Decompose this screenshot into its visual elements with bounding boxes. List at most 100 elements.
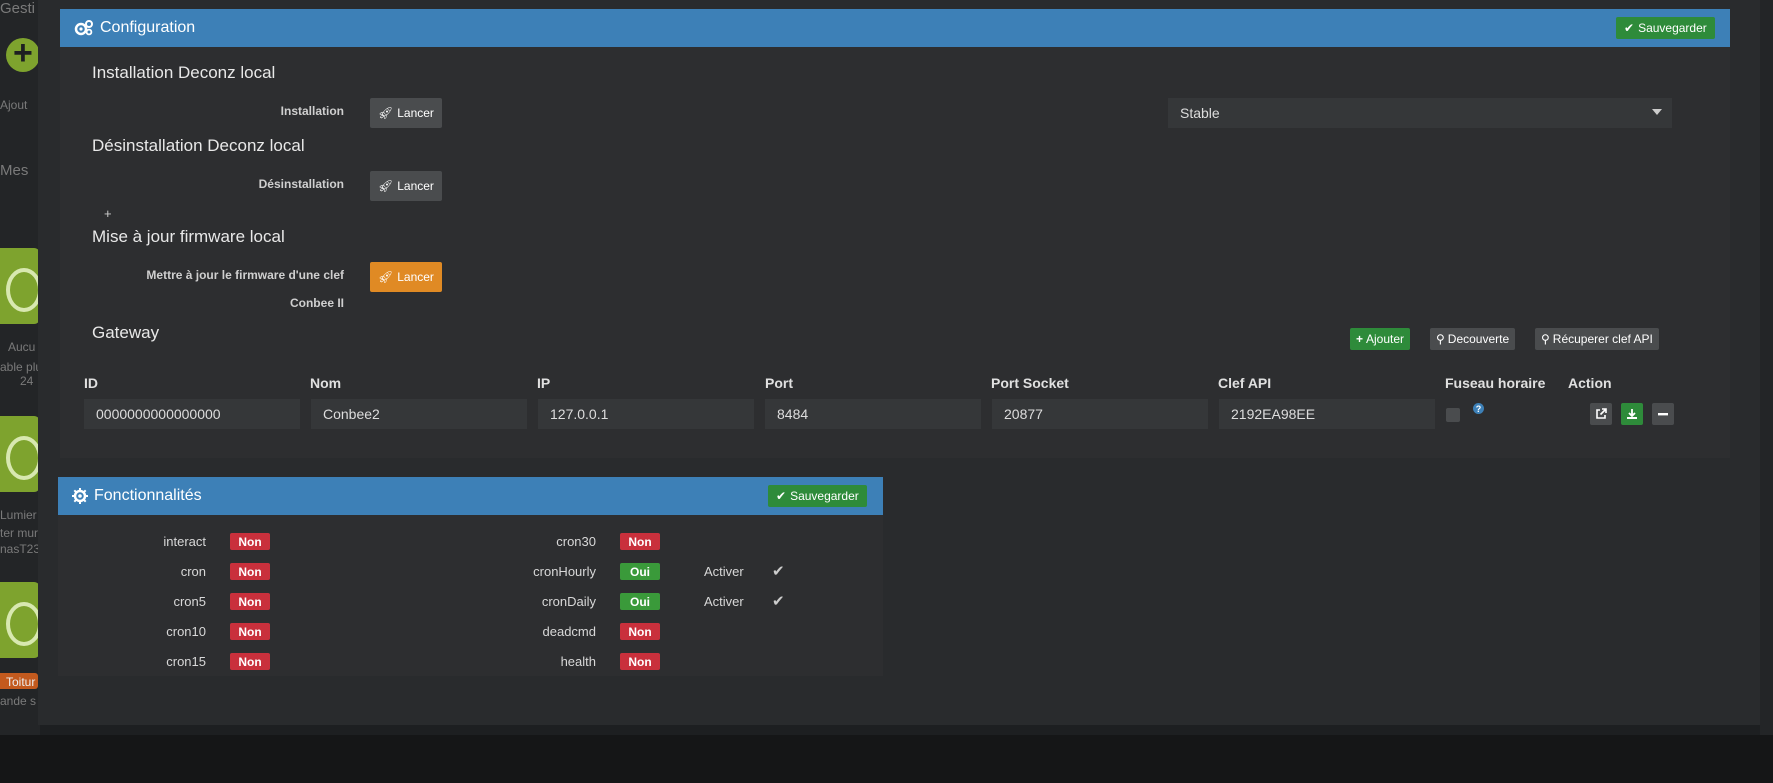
bg-text: Mes: [0, 162, 29, 179]
external-link-icon[interactable]: [1590, 403, 1612, 425]
uninstall-launch-button[interactable]: 🚀︎ Lancer: [370, 171, 442, 201]
bg-text: 24: [20, 374, 34, 388]
background-page: Gesti Ajout Mes Aucu able plu 24 Lumier …: [0, 0, 40, 735]
feature-label: cron5: [173, 594, 206, 609]
feature-label: cron10: [166, 624, 206, 639]
gateway-port-socket-input[interactable]: 20877: [992, 399, 1208, 429]
bg-text: Aucu: [8, 340, 36, 354]
features-save-label: Sauvegarder: [790, 489, 859, 503]
features-panel: Fonctionnalités ✔ Sauvegarder interact N…: [58, 477, 883, 676]
configuration-panel: Configuration ✔ Sauvegarder Installation…: [60, 9, 1730, 458]
configuration-header: Configuration ✔ Sauvegarder: [60, 9, 1730, 47]
gateway-name-input[interactable]: Conbee2: [311, 399, 527, 429]
configuration-title: Configuration: [100, 19, 196, 36]
check-circle-icon: ✔: [1624, 21, 1635, 35]
configuration-save-button[interactable]: ✔ Sauvegarder: [1616, 17, 1715, 39]
feature-label: health: [560, 654, 596, 669]
feature-label: cronHourly: [533, 564, 596, 579]
modal-dialog: Configuration ✔ Sauvegarder Installation…: [38, 0, 1760, 725]
uninstall-label: Désinstallation: [258, 177, 344, 191]
gateway-port-input[interactable]: 8484: [765, 399, 981, 429]
check-circle-icon: ✔: [776, 489, 787, 503]
check-icon[interactable]: ✔: [772, 592, 785, 610]
gateway-discover-label: Decouverte: [1447, 332, 1510, 346]
search-icon: ⚲: [1436, 332, 1445, 346]
background-right-edge: [1760, 0, 1773, 735]
gateway-api-key-input[interactable]: 2192EA98EE: [1219, 399, 1435, 429]
page-bottom: [0, 735, 1773, 783]
search-icon: ⚲: [1541, 332, 1550, 346]
column-header-timezone: Fuseau horaire: [1445, 375, 1546, 391]
gateway-section-title: Gateway: [92, 323, 160, 342]
plus-icon: +: [1356, 332, 1364, 346]
feature-label: cron30: [556, 534, 596, 549]
status-badge: Non: [230, 623, 270, 640]
status-badge: Non: [230, 653, 270, 670]
bg-tile: [0, 582, 40, 658]
gateway-add-button[interactable]: + Ajouter: [1350, 328, 1411, 350]
status-badge: Oui: [620, 563, 660, 580]
help-icon[interactable]: ?: [1473, 403, 1484, 414]
rocket-icon: 🚀︎: [378, 270, 394, 284]
feature-label: interact: [163, 534, 206, 549]
plus-mark: +: [104, 206, 112, 221]
status-badge: Non: [230, 563, 270, 580]
column-header-action: Action: [1568, 375, 1612, 391]
column-header-port-socket: Port Socket: [991, 375, 1069, 391]
column-header-port: Port: [765, 375, 793, 391]
gateway-add-label: Ajouter: [1366, 332, 1405, 346]
install-label: Installation: [280, 104, 344, 118]
bg-add-icon: [6, 34, 40, 73]
download-icon[interactable]: [1621, 403, 1643, 425]
bg-tile: [0, 416, 40, 492]
minus-icon[interactable]: [1652, 403, 1674, 425]
firmware-label-device: Conbee II: [289, 296, 344, 310]
status-badge: Non: [620, 533, 660, 550]
column-header-name: Nom: [310, 375, 342, 391]
feature-label: cron15: [166, 654, 206, 669]
bg-text: Lumier: [0, 508, 37, 522]
bg-text: nasT230: [0, 542, 40, 556]
firmware-section-title: Mise à jour firmware local: [92, 227, 285, 246]
status-badge: Oui: [620, 593, 660, 610]
feature-label: cron: [180, 564, 206, 579]
bg-text: ande s: [0, 694, 37, 708]
timezone-checkbox[interactable]: [1446, 408, 1460, 422]
uninstall-section-title: Désinstallation Deconz local: [92, 136, 305, 155]
gateway-id-input[interactable]: 0000000000000000: [84, 399, 300, 429]
uninstall-launch-label: Lancer: [397, 179, 434, 193]
features-header: Fonctionnalités ✔ Sauvegarder: [58, 477, 883, 515]
bg-text: Gesti: [0, 0, 36, 17]
version-select[interactable]: Stable: [1168, 98, 1672, 128]
activate-label: Activer: [704, 594, 744, 609]
cog-icon: [72, 488, 88, 504]
status-badge: Non: [230, 593, 270, 610]
gateway-api-key-label: Récuperer clef API: [1552, 332, 1653, 346]
firmware-launch-label: Lancer: [397, 270, 434, 284]
caret-down-icon: [1652, 109, 1662, 115]
bg-tile: [0, 248, 40, 324]
cogs-icon: [74, 20, 93, 36]
install-launch-label: Lancer: [397, 106, 434, 120]
check-icon[interactable]: ✔: [772, 562, 785, 580]
gateway-api-key-button[interactable]: ⚲ Récuperer clef API: [1535, 328, 1659, 350]
bg-text: Ajout: [0, 98, 28, 112]
firmware-label: Mettre à jour le firmware d'une clef: [146, 268, 344, 282]
status-badge: Non: [230, 533, 270, 550]
gateway-discover-button[interactable]: ⚲ Decouverte: [1430, 328, 1516, 350]
features-save-button[interactable]: ✔ Sauvegarder: [768, 485, 867, 507]
status-badge: Non: [620, 653, 660, 670]
rocket-icon: 🚀︎: [378, 106, 394, 120]
install-section-title: Installation Deconz local: [92, 63, 276, 82]
rocket-icon: 🚀︎: [378, 179, 394, 193]
version-value: Stable: [1180, 105, 1220, 121]
bg-text: able plu: [0, 360, 40, 374]
status-badge: Non: [620, 623, 660, 640]
features-title: Fonctionnalités: [94, 487, 202, 504]
firmware-launch-button[interactable]: 🚀︎ Lancer: [370, 262, 442, 292]
bg-text: Toitur: [6, 675, 36, 689]
install-launch-button[interactable]: 🚀︎ Lancer: [370, 98, 442, 128]
bg-text: ter mur: [0, 526, 39, 540]
gateway-ip-input[interactable]: 127.0.0.1: [538, 399, 754, 429]
configuration-save-label: Sauvegarder: [1638, 21, 1707, 35]
